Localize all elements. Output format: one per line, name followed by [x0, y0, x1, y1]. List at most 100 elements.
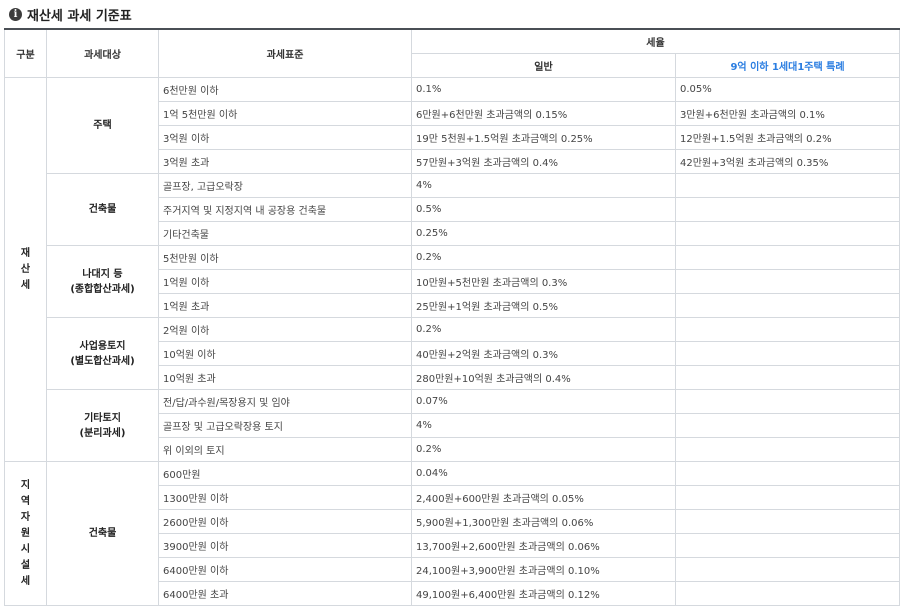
header-rate: 세율	[411, 28, 900, 54]
special-rate-cell	[675, 581, 900, 606]
general-rate-cell: 19만 5천원+1.5억원 초과금액의 0.25%	[411, 125, 676, 150]
general-rate-cell: 40만원+2억원 초과금액의 0.3%	[411, 341, 676, 366]
general-rate-cell: 10만원+5천만원 초과금액의 0.3%	[411, 269, 676, 294]
general-rate-cell: 2,400원+600만원 초과금액의 0.05%	[411, 485, 676, 510]
table-row: 나대지 등 (종합합산과세) 5천만원 이하 0.2%	[5, 245, 900, 318]
info-icon: i	[9, 7, 22, 21]
general-rate-cell: 6만원+6천만원 초과금액의 0.15%	[411, 101, 676, 126]
category-name: 기타토지	[84, 412, 121, 424]
general-rate-cell: 57만원+3억원 초과금액의 0.4%	[411, 149, 676, 174]
standard-cell: 3억원 초과	[158, 149, 412, 174]
category-label: 사업용토지 (별도합산과세)	[46, 317, 159, 390]
general-rate-cell: 0.2%	[411, 437, 676, 462]
group-label-text: 지역자원시설세	[20, 479, 31, 587]
special-rate-cell	[675, 221, 900, 246]
general-rate-cell: 49,100원+6,400만원 초과금액의 0.12%	[411, 581, 676, 606]
general-rate-cell: 0.25%	[411, 221, 676, 246]
header-general: 일반	[411, 53, 676, 78]
page-title: 재산세 과세 기준표	[27, 8, 132, 24]
general-rate-cell: 0.07%	[411, 389, 676, 414]
category-label: 건축물	[46, 173, 159, 246]
standard-cell: 10억원 이하	[158, 341, 412, 366]
special-rate-cell	[675, 269, 900, 294]
standard-cell: 골프장 및 고급오락장용 토지	[158, 413, 412, 438]
standard-cell: 골프장, 고급오락장	[158, 173, 412, 198]
category-sub: (분리과세)	[79, 427, 126, 439]
special-rate-cell	[675, 509, 900, 534]
table-title-bar: i 재산세 과세 기준표	[0, 0, 903, 28]
standard-cell: 2600만원 이하	[158, 509, 412, 534]
standard-cell: 6400만원 이하	[158, 557, 412, 582]
tax-table: 구분 과세대상 과세표준 세율 일반 9억 이하 1세대1주택 특례 재산세 주택…	[4, 28, 900, 606]
category-name: 나대지 등	[82, 268, 123, 280]
standard-cell: 2억원 이하	[158, 317, 412, 342]
special-rate-cell	[675, 317, 900, 342]
standard-cell: 위 이외의 토지	[158, 437, 412, 462]
group-label-text: 재산세	[20, 247, 31, 291]
category-sub: (별도합산과세)	[70, 355, 135, 367]
table-row: 지역자원시설세 건축물 600만원 0.04%	[4, 461, 900, 606]
group-label: 지역자원시설세	[4, 461, 47, 606]
table-row: 건축물 골프장, 고급오락장 4%	[5, 173, 900, 246]
category-name: 주택	[93, 120, 112, 131]
category-name: 사업용토지	[79, 340, 126, 352]
special-rate-cell	[675, 245, 900, 270]
general-rate-cell: 5,900원+1,300만원 초과금액의 0.06%	[411, 509, 676, 534]
special-rate-cell	[675, 293, 900, 318]
table-body: 재산세 주택 6천만원 이하 0.1% 0.05% 1억 5천만원 이하 6만원+6천만원 …	[4, 77, 900, 606]
special-rate-cell	[675, 461, 900, 486]
standard-cell: 3억원 이하	[158, 125, 412, 150]
category-name: 건축물	[88, 528, 117, 539]
general-rate-cell: 13,700원+2,600만원 초과금액의 0.06%	[411, 533, 676, 558]
table-row: 재산세 주택 6천만원 이하 0.1% 0.05%	[4, 77, 900, 462]
standard-cell: 전/답/과수원/목장용지 및 임야	[158, 389, 412, 414]
special-rate-cell	[675, 485, 900, 510]
standard-cell: 1억원 초과	[158, 293, 412, 318]
special-rate-cell	[675, 341, 900, 366]
category-label: 기타토지 (분리과세)	[46, 389, 159, 462]
header-division: 구분	[4, 28, 47, 78]
general-rate-cell: 25만원+1억원 초과금액의 0.5%	[411, 293, 676, 318]
category-label: 나대지 등 (종합합산과세)	[46, 245, 159, 318]
special-rate-cell: 42만원+3억원 초과금액의 0.35%	[675, 149, 900, 174]
general-rate-cell: 0.04%	[411, 461, 676, 486]
special-rate-cell: 0.05%	[675, 77, 900, 102]
standard-cell: 1300만원 이하	[158, 485, 412, 510]
header-special: 9억 이하 1세대1주택 특례	[675, 53, 900, 78]
special-rate-cell: 12만원+1.5억원 초과금액의 0.2%	[675, 125, 900, 150]
category-name: 건축물	[88, 204, 117, 215]
special-rate-cell	[675, 437, 900, 462]
category-label: 건축물	[46, 461, 159, 606]
header-standard: 과세표준	[158, 28, 412, 78]
special-rate-cell	[675, 413, 900, 438]
general-rate-cell: 280만원+10억원 초과금액의 0.4%	[411, 365, 676, 390]
special-rate-cell	[675, 365, 900, 390]
standard-cell: 5천만원 이하	[158, 245, 412, 270]
special-rate-cell	[675, 173, 900, 198]
standard-cell: 6400만원 초과	[158, 581, 412, 606]
standard-cell: 1억원 이하	[158, 269, 412, 294]
general-rate-cell: 0.2%	[411, 245, 676, 270]
special-rate-cell	[675, 197, 900, 222]
general-rate-cell: 0.5%	[411, 197, 676, 222]
header-target: 과세대상	[46, 28, 159, 78]
group-label: 재산세	[4, 77, 47, 462]
table-row: 기타토지 (분리과세) 전/답/과수원/목장용지 및 임야 0.07%	[5, 389, 900, 462]
special-rate-cell	[675, 533, 900, 558]
general-rate-cell: 0.2%	[411, 317, 676, 342]
general-rate-cell: 4%	[411, 413, 676, 438]
standard-cell: 주거지역 및 지정지역 내 공장용 건축물	[158, 197, 412, 222]
standard-cell: 기타건축물	[158, 221, 412, 246]
special-rate-cell: 3만원+6천만원 초과금액의 0.1%	[675, 101, 900, 126]
general-rate-cell: 24,100원+3,900만원 초과금액의 0.10%	[411, 557, 676, 582]
table-row: 사업용토지 (별도합산과세) 2억원 이하 0.2%	[5, 317, 900, 390]
category-sub: (종합합산과세)	[70, 283, 135, 295]
category-label: 주택	[46, 77, 159, 174]
special-rate-cell	[675, 557, 900, 582]
standard-cell: 6천만원 이하	[158, 77, 412, 102]
standard-cell: 3900만원 이하	[158, 533, 412, 558]
standard-cell: 10억원 초과	[158, 365, 412, 390]
general-rate-cell: 4%	[411, 173, 676, 198]
standard-cell: 600만원	[158, 461, 412, 486]
special-rate-cell	[675, 389, 900, 414]
